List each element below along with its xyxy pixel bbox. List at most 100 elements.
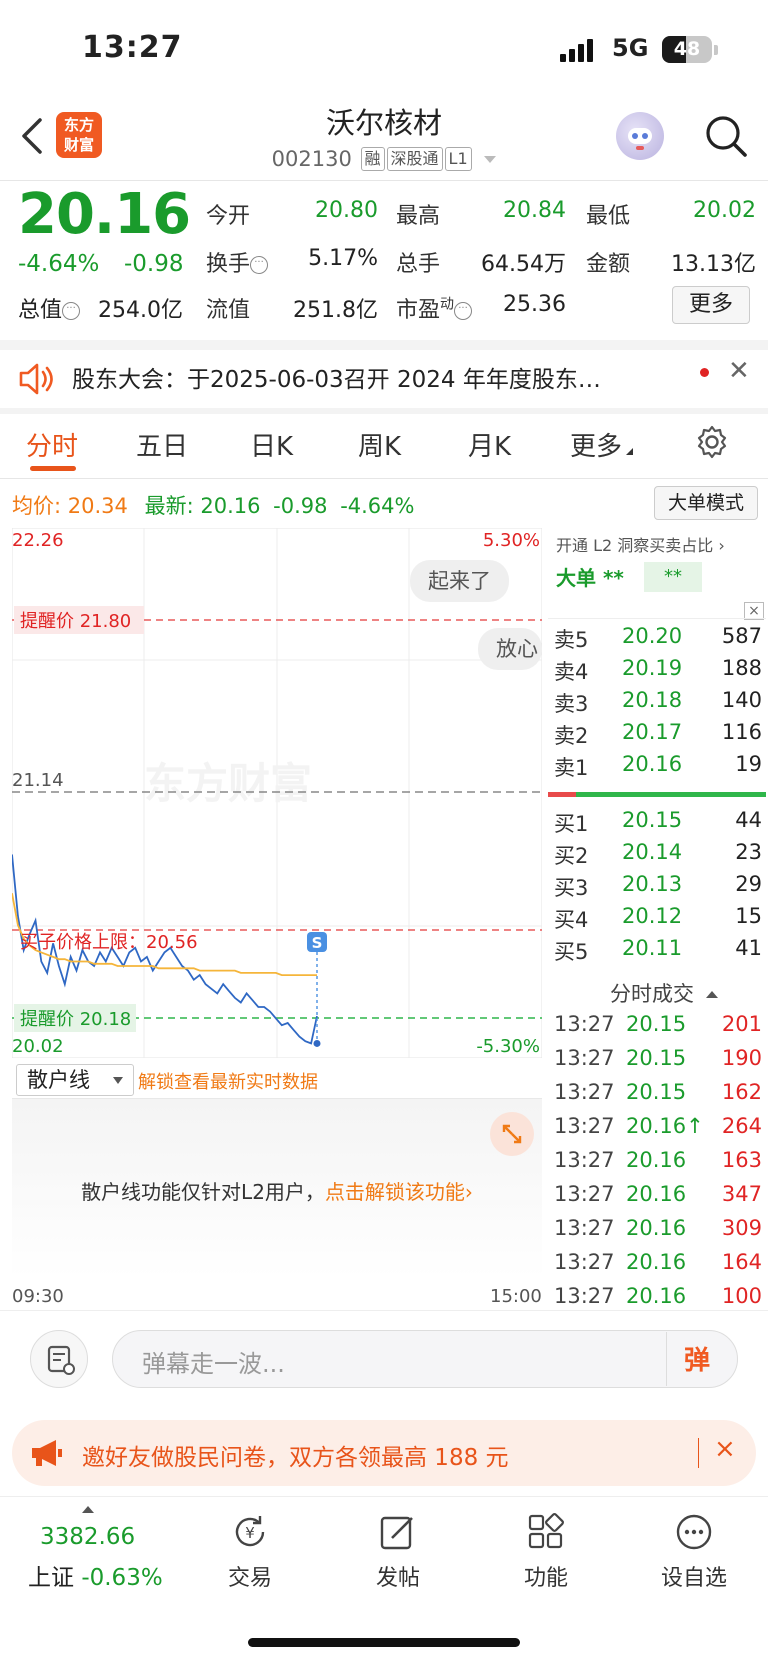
more-quote-button[interactable]: 更多 (672, 286, 750, 324)
big-order-mode-button[interactable]: 大单模式 (654, 486, 758, 520)
pe-label[interactable]: 市盈动 ··· (396, 292, 473, 324)
l2-only-text: 散户线功能仅针对L2用户， (81, 1180, 325, 1204)
l2-promo-link[interactable]: 开通 L2 洞察买卖占比 › (556, 532, 725, 556)
volume-label: 总手 (396, 252, 441, 277)
tag-connect: 深股通 (386, 147, 443, 171)
latest-percent: -4.64% (340, 494, 415, 518)
corner-caret-icon (626, 448, 634, 455)
float-cap-value: 251.8亿 (293, 298, 378, 323)
bid-price: 20.12 (622, 904, 683, 928)
turnover-label[interactable]: 换手 ··· (206, 246, 269, 278)
tab-daily-k[interactable]: 日K (250, 426, 293, 463)
bid-label: 买3 (554, 876, 589, 900)
l2-only-message: 散户线功能仅针对L2用户，点击解锁该功能› (0, 1176, 554, 1205)
tick-price: 20.16 (626, 1182, 687, 1206)
ask-row[interactable]: 卖2 20.17 116 (552, 720, 762, 752)
ticks-title[interactable]: 分时成交 (610, 978, 718, 1008)
x-label-end: 15:00 (490, 1286, 542, 1307)
unlock-link[interactable]: 点击解锁该功能› (325, 1180, 473, 1204)
nav-functions[interactable]: 功能 (496, 1512, 596, 1592)
ask-label: 卖3 (554, 692, 589, 716)
tick-volume: 264 (721, 1114, 762, 1138)
total-cap-label[interactable]: 总值 ··· (18, 292, 81, 324)
ask-row[interactable]: 卖1 20.16 19 (552, 752, 762, 784)
low-label: 最低 (586, 204, 631, 229)
bid-price: 20.14 (622, 840, 683, 864)
nav-post[interactable]: 发帖 (348, 1512, 448, 1592)
battery-tip (714, 45, 718, 55)
intraday-chart-svg: 东方财富 S 22.26 5.30% 提醒价 21.80 21.14 买子价格上… (12, 528, 542, 1058)
signal-icon (560, 38, 600, 62)
ask-volume: 19 (735, 752, 762, 776)
pct-bottom-label: -5.30% (476, 1036, 540, 1057)
nav-trade[interactable]: ¥ 交易 (200, 1512, 300, 1592)
invite-text[interactable]: 邀好友做股民问卷，双方各领最高 188 元 (82, 1438, 509, 1472)
x-label-start: 09:30 (12, 1286, 64, 1307)
tab-monthly-k[interactable]: 月K (468, 426, 511, 463)
tick-time: 13:27 (554, 1114, 615, 1138)
tabs-divider (0, 478, 768, 479)
ask-row[interactable]: 卖5 20.20 587 (552, 624, 762, 656)
tab-more[interactable]: 更多 (570, 426, 634, 463)
index-value[interactable]: 3382.66 (40, 1524, 135, 1550)
ask-label: 卖5 (554, 628, 589, 652)
danmaku-placeholder: 弹幕走一波... (142, 1350, 285, 1378)
change-amount: -0.98 (124, 251, 184, 277)
caret-up-icon (82, 1506, 94, 1513)
close-icon[interactable]: ✕ (728, 356, 750, 386)
bid-row[interactable]: 买5 20.11 41 (552, 936, 762, 968)
notice-text[interactable]: 股东大会：于2025-06-03召开 2024 年年度股东… (72, 360, 601, 394)
close-icon[interactable]: × (714, 1434, 736, 1464)
tick-time: 13:27 (554, 1148, 615, 1172)
tick-row: 13:27 20.16↑ 264 (552, 1114, 762, 1148)
battery-level: 48 (673, 38, 701, 60)
battery-icon: 48 (662, 36, 712, 63)
section-divider (0, 408, 768, 414)
bid-row[interactable]: 买3 20.13 29 (552, 872, 762, 904)
tick-row: 13:27 20.15 190 (552, 1046, 762, 1080)
pe-text: 市盈 (396, 298, 441, 323)
info-dots-icon[interactable]: ··· (250, 256, 269, 274)
info-dots-icon[interactable]: ··· (62, 302, 81, 320)
ask-row[interactable]: 卖4 20.19 188 (552, 656, 762, 688)
bid-volume: 23 (735, 840, 762, 864)
intraday-chart[interactable]: 东方财富 S 22.26 5.30% 提醒价 21.80 21.14 买子价格上… (12, 528, 542, 1058)
tab-weekly-k[interactable]: 周K (358, 426, 401, 463)
search-icon[interactable] (704, 114, 748, 162)
bid-row[interactable]: 买4 20.12 15 (552, 904, 762, 936)
ask-price: 20.20 (622, 624, 683, 648)
tab-five-day[interactable]: 五日 (136, 426, 188, 463)
float-cap-label: 流值 (206, 298, 251, 323)
danmaku-chip[interactable]: 起来了 (410, 560, 509, 602)
bid-row[interactable]: 买2 20.14 23 (552, 840, 762, 872)
section-divider (0, 340, 768, 350)
tick-price: 20.16↑ (626, 1114, 704, 1138)
settings-gear-icon[interactable] (694, 424, 730, 464)
tab-intraday[interactable]: 分时 (26, 426, 78, 463)
tick-price: 20.16 (626, 1284, 687, 1308)
bid-row[interactable]: 买1 20.15 44 (552, 808, 762, 840)
panel-divider (548, 618, 766, 619)
indicator-selector[interactable]: 散户线 (16, 1064, 134, 1096)
pe-sup: 动 (440, 296, 455, 313)
bid-price: 20.11 (622, 936, 683, 960)
unlock-hint[interactable]: 解锁查看最新实时数据 (138, 1068, 318, 1094)
danmaku-chip[interactable]: 放心 (478, 628, 542, 670)
stock-code: 002130 (271, 147, 352, 171)
danmaku-settings-icon[interactable] (30, 1330, 88, 1388)
tick-time: 13:27 (554, 1216, 615, 1240)
danmaku-send-button[interactable]: 弹 (684, 1340, 710, 1377)
tab-more-label: 更多 (570, 432, 623, 462)
nav-add-watchlist[interactable]: 设自选 (644, 1512, 744, 1592)
expand-icon[interactable] (490, 1112, 534, 1156)
index-ticker[interactable]: 上证 -0.63% (28, 1558, 163, 1592)
assistant-avatar-icon[interactable] (616, 112, 664, 160)
tick-volume: 309 (721, 1216, 762, 1240)
nav-post-label: 发帖 (375, 1566, 420, 1591)
tick-row: 13:27 20.15 162 (552, 1080, 762, 1114)
ask-row[interactable]: 卖3 20.18 140 (552, 688, 762, 720)
nav-divider (0, 1496, 768, 1497)
info-dots-icon[interactable]: ··· (454, 302, 473, 320)
tick-time: 13:27 (554, 1182, 615, 1206)
svg-text:¥: ¥ (245, 1524, 255, 1542)
